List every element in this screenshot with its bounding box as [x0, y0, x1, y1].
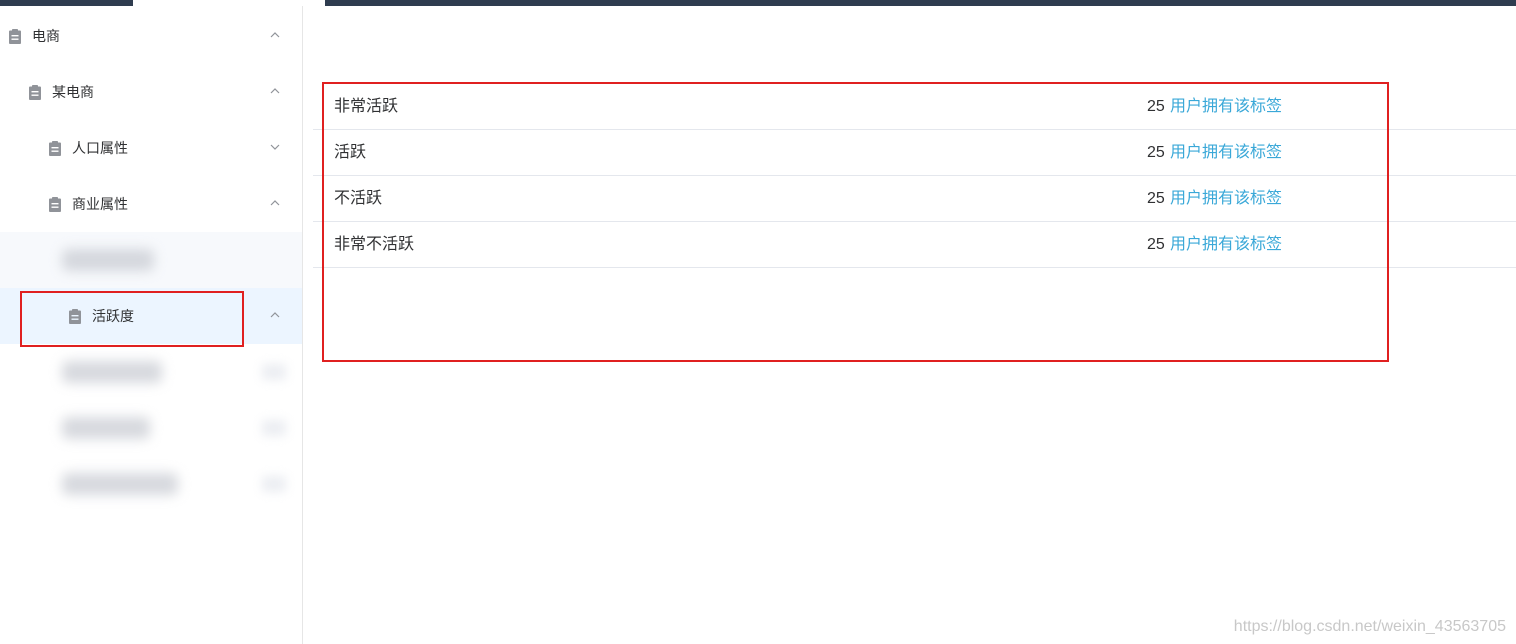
- sidebar-item-ecommerce[interactable]: 电商: [0, 8, 302, 64]
- list-item: 活跃 25 用户拥有该标签: [313, 130, 1516, 176]
- list-item: 不活跃 25 用户拥有该标签: [313, 176, 1516, 222]
- sidebar-item-blurred[interactable]: [0, 400, 302, 456]
- sidebar-item-label: 人口属性: [72, 140, 128, 156]
- tag-user-count: 25: [1147, 236, 1165, 253]
- clipboard-icon: [49, 141, 61, 156]
- list-item: 非常活跃 25 用户拥有该标签: [313, 84, 1516, 130]
- redacted-arrow: [262, 420, 286, 436]
- tag-name: 非常不活跃: [334, 236, 415, 253]
- sidebar-item-label: 某电商: [52, 84, 94, 100]
- sidebar-item-blurred[interactable]: [0, 232, 302, 288]
- clipboard-icon: [69, 309, 81, 324]
- sidebar-item-activity[interactable]: 活跃度: [0, 288, 302, 344]
- tag-name: 不活跃: [334, 190, 383, 207]
- chevron-up-icon[interactable]: [268, 198, 282, 208]
- redacted-text: [62, 417, 150, 439]
- tag-name: 活跃: [334, 144, 367, 161]
- chevron-up-icon[interactable]: [268, 86, 282, 96]
- sidebar-item-business[interactable]: 商业属性: [0, 176, 302, 232]
- tag-user-count: 25: [1147, 190, 1165, 207]
- sidebar-item-blurred[interactable]: [0, 344, 302, 400]
- redacted-text: [62, 361, 162, 383]
- chevron-up-icon[interactable]: [268, 310, 282, 320]
- tag-name: 非常活跃: [334, 98, 399, 115]
- sidebar-item-demographics[interactable]: 人口属性: [0, 120, 302, 176]
- sidebar-item-label: 活跃度: [92, 308, 134, 324]
- chevron-up-icon[interactable]: [268, 30, 282, 40]
- main-content: 非常活跃 25 用户拥有该标签 活跃 25 用户拥有该标签 不活跃 25 用户拥…: [303, 6, 1516, 644]
- tag-user-count: 25: [1147, 144, 1165, 161]
- clipboard-icon: [9, 29, 21, 44]
- sidebar-item-some-ecommerce[interactable]: 某电商: [0, 64, 302, 120]
- sidebar-menu: 电商 某电商 人口属性 商业属性 活跃度: [0, 6, 303, 644]
- redacted-text: [62, 249, 154, 271]
- tag-list: 非常活跃 25 用户拥有该标签 活跃 25 用户拥有该标签 不活跃 25 用户拥…: [313, 84, 1516, 268]
- clipboard-icon: [29, 85, 41, 100]
- watermark: https://blog.csdn.net/weixin_43563705: [1233, 618, 1506, 635]
- tag-users-link[interactable]: 用户拥有该标签: [1170, 176, 1282, 221]
- redacted-text: [62, 473, 178, 495]
- tag-users-link[interactable]: 用户拥有该标签: [1170, 222, 1282, 267]
- sidebar-item-blurred[interactable]: [0, 456, 302, 512]
- clipboard-icon: [49, 197, 61, 212]
- tag-user-count: 25: [1147, 98, 1165, 115]
- sidebar-item-label: 电商: [32, 28, 60, 44]
- chevron-down-icon[interactable]: [268, 142, 282, 152]
- sidebar-item-label: 商业属性: [72, 196, 128, 212]
- tag-users-link[interactable]: 用户拥有该标签: [1170, 130, 1282, 175]
- tag-users-link[interactable]: 用户拥有该标签: [1170, 84, 1282, 129]
- list-item: 非常不活跃 25 用户拥有该标签: [313, 222, 1516, 268]
- redacted-arrow: [262, 476, 286, 492]
- redacted-arrow: [262, 364, 286, 380]
